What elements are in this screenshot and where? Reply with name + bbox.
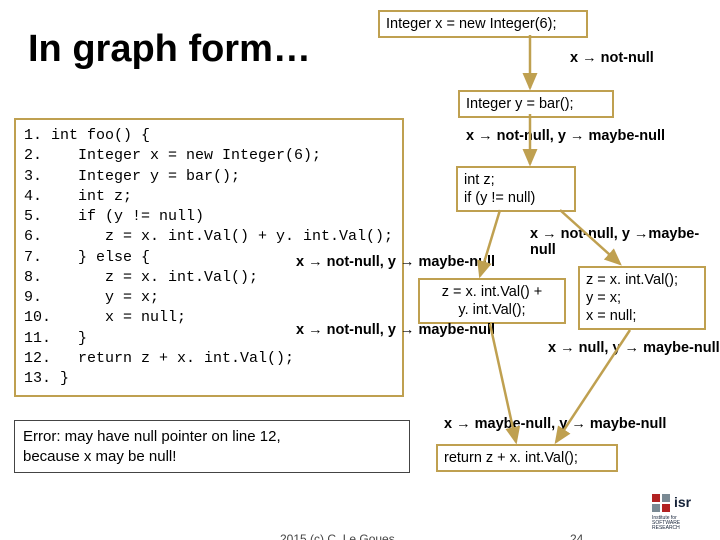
node-text: Integer y = bar(); — [466, 96, 574, 112]
code-line: 13. } — [24, 370, 69, 387]
node-text: z = x. int.Val() + — [426, 283, 558, 301]
code-line: 9. y = x; — [24, 289, 159, 306]
node-text: y. int.Val(); — [426, 301, 558, 319]
error-message: Error: may have null pointer on line 12,… — [14, 420, 410, 473]
node-text: z = x. int.Val(); — [586, 271, 698, 289]
code-line: 4. int z; — [24, 188, 132, 205]
node-text: x = null; — [586, 307, 698, 325]
edge-label-6: x → null, y → maybe-null — [548, 340, 720, 356]
edge-label-3: x → not-null, y →maybe-null — [530, 226, 720, 258]
code-line: 10. x = null; — [24, 309, 186, 326]
node-text: int z; — [464, 171, 568, 189]
flow-node-3: int z; if (y != null) — [456, 166, 576, 212]
isr-logo: isr Institute forSOFTWARERESEARCH — [652, 494, 706, 534]
error-line: Error: may have null pointer on line 12, — [23, 427, 401, 447]
edge-label-4: x → not-null, y → maybe-null — [296, 254, 495, 270]
flow-node-2: Integer y = bar(); — [458, 90, 614, 118]
page-title: In graph form… — [28, 28, 311, 71]
edge-label-2: x → not-null, y → maybe-null — [466, 128, 665, 144]
final-state-label: x → maybe-null, y → maybe-null — [444, 416, 666, 432]
code-line: 8. z = x. int.Val(); — [24, 269, 258, 286]
code-line: 11. } — [24, 330, 87, 347]
code-line: 12. return z + x. int.Val(); — [24, 350, 294, 367]
node-text: return z + x. int.Val(); — [444, 450, 578, 466]
edge-label-1: x → not-null — [570, 50, 654, 66]
code-line: 7. } else { — [24, 249, 150, 266]
code-line: 5. if (y != null) — [24, 208, 204, 225]
error-line: because x may be null! — [23, 447, 401, 467]
edge-label-5: x → not-null, y → maybe-null — [296, 322, 495, 338]
code-line: 2. Integer x = new Integer(6); — [24, 147, 321, 164]
node-text: y = x; — [586, 289, 698, 307]
flow-node-6: return z + x. int.Val(); — [436, 444, 618, 472]
code-line: 1. int foo() { — [24, 127, 150, 144]
flow-node-5: z = x. int.Val(); y = x; x = null; — [578, 266, 706, 330]
code-line: 3. Integer y = bar(); — [24, 168, 240, 185]
flow-node-4: z = x. int.Val() + y. int.Val(); — [418, 278, 566, 324]
node-text: if (y != null) — [464, 189, 568, 207]
code-line: 6. z = x. int.Val() + y. int.Val(); — [24, 228, 393, 245]
page-number: 24 — [570, 532, 583, 540]
slide: In graph form… 1. int foo() { 2. Integer… — [0, 0, 720, 540]
flow-node-1: Integer x = new Integer(6); — [378, 10, 588, 38]
node-text: Integer x = new Integer(6); — [386, 16, 556, 32]
copyright: 2015 (c) C. Le Goues — [280, 532, 395, 540]
